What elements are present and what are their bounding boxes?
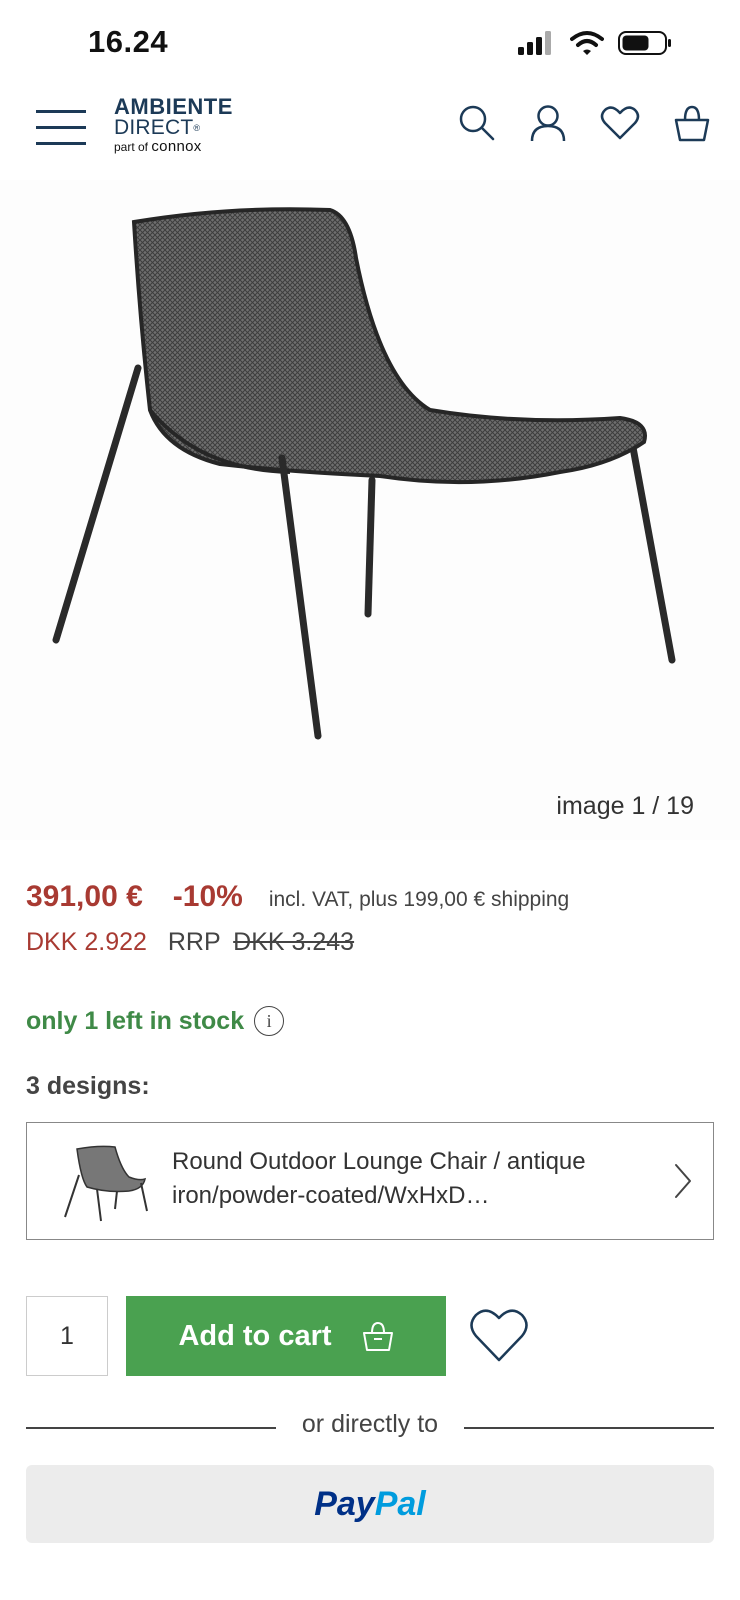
- product-image[interactable]: [0, 180, 740, 840]
- rrp-old-price: DKK 3.243: [233, 928, 355, 956]
- variant-thumbnail: [64, 1145, 148, 1222]
- status-bar: 16.24: [0, 0, 740, 88]
- lounge-chair-image: [52, 207, 676, 740]
- logo-line-1: AMBIENTE: [114, 94, 233, 119]
- wishlist-icon[interactable]: [600, 105, 640, 141]
- designs-label: 3 designs:: [26, 1072, 150, 1100]
- search-icon[interactable]: [458, 104, 496, 142]
- header-actions: [458, 104, 710, 142]
- vat-shipping-note: incl. VAT, plus 199,00 € shipping: [268, 888, 570, 911]
- add-to-cart-label: Add to cart: [178, 1319, 332, 1352]
- logo-tagline: part of connox: [114, 138, 202, 155]
- wishlist-heart-button[interactable]: [468, 1306, 530, 1364]
- menu-icon[interactable]: [36, 108, 88, 148]
- variant-name: Round Outdoor Lounge Chair / antique iro…: [172, 1148, 586, 1209]
- paypal-button[interactable]: Pay Pal: [26, 1465, 714, 1543]
- cart-icon: [362, 1321, 393, 1351]
- variant-selector[interactable]: Round Outdoor Lounge Chair / antique iro…: [26, 1122, 714, 1240]
- paypal-logo-pay: Pay: [314, 1484, 375, 1523]
- chevron-right-icon: [675, 1164, 691, 1198]
- status-icons: [518, 30, 672, 56]
- battery-icon: [618, 31, 671, 55]
- quantity-input[interactable]: 1: [26, 1296, 108, 1376]
- price: 391,00 €: [26, 880, 143, 913]
- discount-badge: -10%: [172, 880, 243, 913]
- price-secondary-row: DKK 2.922 RRP DKK 3.243: [26, 928, 354, 957]
- wifi-icon: [570, 31, 604, 55]
- add-to-cart-button[interactable]: Add to cart: [126, 1296, 446, 1376]
- cart-icon[interactable]: [674, 104, 710, 142]
- paypal-logo-pal: Pal: [374, 1484, 426, 1523]
- site-logo[interactable]: AMBIENTE DIRECT® part of connox: [114, 96, 233, 156]
- divider-line: [464, 1427, 714, 1429]
- image-counter: image 1 / 19: [556, 792, 694, 820]
- price-row: 391,00 € -10% incl. VAT, plus 199,00 € s…: [26, 880, 569, 914]
- stock-text: only 1 left in stock: [26, 1006, 245, 1035]
- status-time: 16.24: [88, 24, 169, 59]
- info-icon[interactable]: i: [254, 1006, 285, 1036]
- logo-line-2: DIRECT®: [114, 116, 201, 139]
- price-dkk: DKK 2.922: [26, 928, 147, 956]
- site-header: AMBIENTE DIRECT® part of connox: [0, 88, 740, 178]
- stock-status: only 1 left in stock i: [26, 1006, 285, 1036]
- account-icon[interactable]: [530, 104, 566, 142]
- alt-payment-divider: or directly to: [26, 1410, 714, 1450]
- divider-text: or directly to: [301, 1410, 439, 1438]
- signal-icon: [518, 31, 551, 55]
- rrp-label: RRP: [167, 928, 221, 956]
